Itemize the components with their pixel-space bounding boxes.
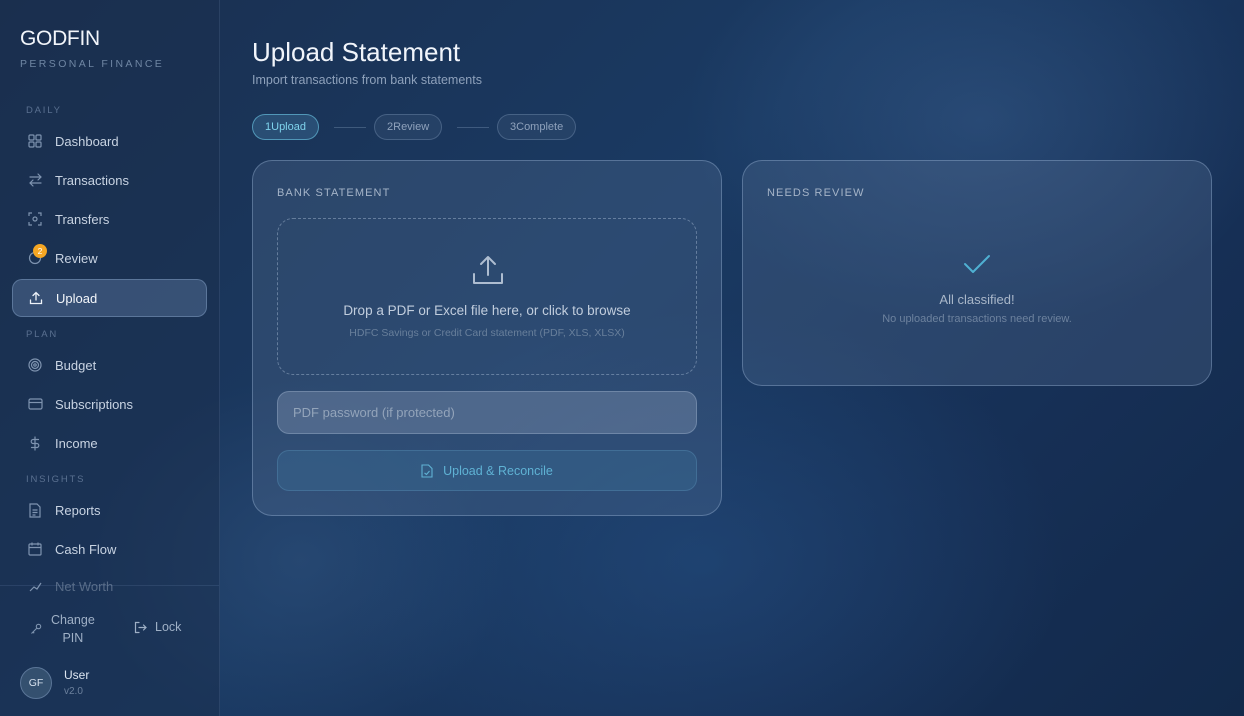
key-icon [30, 623, 42, 635]
empty-state-subtitle: No uploaded transactions need review. [882, 313, 1072, 325]
circle-icon: 2 [27, 244, 47, 266]
section-label-daily: DAILY [26, 105, 62, 116]
sidebar-item-subscriptions[interactable]: Subscriptions [12, 385, 207, 423]
empty-state-title: All classified! [939, 292, 1015, 307]
lock-label: Lock [155, 620, 182, 634]
arrows-swap-icon [27, 172, 43, 188]
page-subtitle: Import transactions from bank statements [252, 73, 482, 87]
sidebar-item-dashboard[interactable]: Dashboard [12, 122, 207, 160]
sidebar-footer-divider [0, 585, 219, 586]
pdf-password-input[interactable] [277, 391, 697, 434]
sidebar-item-upload[interactable]: Upload [12, 279, 207, 317]
step-label: Review [393, 121, 430, 133]
sidebar-item-networth[interactable]: Net Worth [12, 579, 207, 593]
upload-icon [471, 253, 505, 292]
page-title: Upload Statement [252, 37, 461, 67]
brand: GODFIN PERSONAL FINANCE [20, 27, 164, 70]
section-label-plan: PLAN [26, 329, 59, 340]
card-icon [27, 396, 43, 412]
change-pin-button[interactable]: Change PIN [30, 611, 95, 647]
avatar[interactable]: GF [20, 667, 52, 699]
change-pin-label-2: PIN [62, 631, 84, 645]
bank-statement-title: BANK STATEMENT [277, 187, 391, 199]
upload-icon [28, 290, 44, 306]
sidebar-item-label: Upload [56, 290, 98, 306]
step-label: Upload [271, 121, 306, 133]
dropzone-hint: HDFC Savings or Credit Card statement (P… [349, 327, 625, 339]
lock-button[interactable]: Lock [134, 620, 181, 634]
logout-icon [134, 621, 147, 634]
sidebar: GODFIN PERSONAL FINANCE DAILY Dashboard … [0, 0, 220, 716]
sidebar-item-label: Review [55, 250, 98, 266]
grid-icon [27, 133, 43, 149]
sidebar-item-label: Budget [55, 357, 97, 373]
brand-subtitle: PERSONAL FINANCE [20, 58, 165, 70]
check-icon [963, 252, 991, 281]
file-dropzone[interactable]: Drop a PDF or Excel file here, or click … [277, 218, 697, 375]
target-icon [27, 357, 43, 373]
sidebar-item-review[interactable]: 2 Review [12, 239, 207, 277]
upload-reconcile-label: Upload & Reconcile [443, 463, 553, 478]
brand-name: GODFIN [20, 27, 100, 50]
step-review: 2 Review [374, 114, 443, 140]
sidebar-item-label: Income [55, 435, 98, 451]
calendar-icon [27, 541, 43, 557]
app-version: v2.0 [64, 686, 83, 697]
sidebar-item-label: Net Worth [55, 579, 114, 593]
user-name: User [64, 668, 90, 682]
review-count-badge: 2 [33, 244, 47, 258]
sidebar-item-label: Reports [55, 502, 101, 518]
sidebar-item-budget[interactable]: Budget [12, 346, 207, 384]
dropzone-text: Drop a PDF or Excel file here, or click … [343, 303, 631, 318]
sidebar-item-cashflow[interactable]: Cash Flow [12, 530, 207, 568]
file-icon [421, 463, 433, 478]
dollar-icon [27, 435, 43, 451]
sidebar-item-transactions[interactable]: Transactions [12, 161, 207, 199]
step-upload: 1 Upload [252, 114, 319, 140]
step-connector [457, 127, 489, 128]
change-pin-label-1: Change [51, 613, 95, 627]
sidebar-item-reports[interactable]: Reports [12, 491, 207, 529]
chart-icon [27, 579, 43, 593]
step-complete: 3 Complete [497, 114, 577, 140]
sidebar-item-label: Transactions [55, 172, 129, 188]
needs-review-title: NEEDS REVIEW [767, 187, 865, 199]
sidebar-item-label: Subscriptions [55, 396, 134, 412]
sidebar-item-label: Cash Flow [55, 541, 117, 557]
sidebar-item-income[interactable]: Income [12, 424, 207, 462]
sidebar-item-transfers[interactable]: Transfers [12, 200, 207, 238]
document-icon [27, 502, 43, 518]
step-label: Complete [516, 121, 564, 133]
scan-icon [27, 211, 43, 227]
sidebar-item-label: Dashboard [55, 133, 119, 149]
sidebar-item-label: Transfers [55, 211, 110, 227]
step-connector [334, 127, 366, 128]
upload-reconcile-button[interactable]: Upload & Reconcile [277, 450, 697, 491]
section-label-insights: INSIGHTS [26, 474, 86, 485]
